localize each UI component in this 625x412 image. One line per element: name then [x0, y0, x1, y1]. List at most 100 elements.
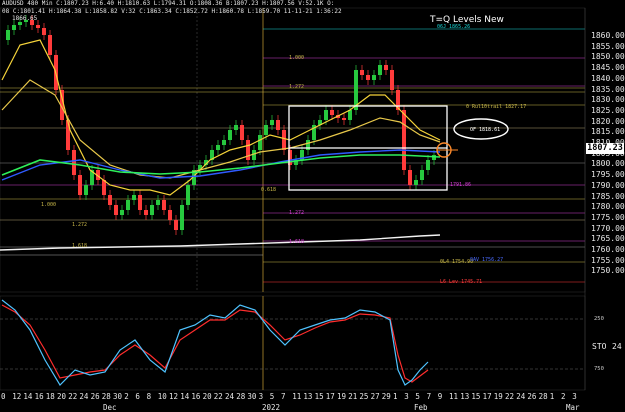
candle-bull: [6, 30, 10, 40]
time-tick-label: 3: [572, 392, 577, 401]
candle-bull: [186, 185, 190, 205]
candle-bear: [276, 120, 280, 130]
level-tag-bl1: 0L4 1754.90: [440, 259, 474, 265]
osc-level-high-label: 250: [594, 316, 604, 322]
time-tick-label: 14: [180, 392, 190, 401]
level-tag-low1: 1.272: [289, 210, 305, 216]
header-line-3: 1866.65: [12, 15, 38, 22]
time-tick-label: 9: [437, 392, 443, 401]
time-tick-label: 26: [527, 392, 537, 401]
time-tick-label: 27: [370, 392, 380, 401]
candle-bear: [138, 195, 142, 210]
time-tick-label: 19: [493, 392, 503, 401]
price-tick-label: 1770.00: [591, 223, 625, 233]
main-panel: [0, 7, 586, 293]
candle-bear: [390, 70, 394, 90]
candle-bull: [378, 65, 382, 75]
level-tag-left2: 1.000: [41, 202, 57, 208]
month-label: Mar: [566, 403, 580, 412]
price-tick-label: 1800.00: [591, 159, 625, 169]
price-tick-label: 1775.00: [591, 212, 625, 222]
time-tick-label: 28: [236, 392, 246, 401]
time-tick-label: 19: [337, 392, 347, 401]
time-tick-label: 29: [381, 392, 391, 401]
price-tick-label: 1825.00: [591, 105, 625, 115]
price-tick-label: 1780.00: [591, 202, 625, 212]
candle-bull: [270, 120, 274, 125]
month-label: Feb: [414, 403, 428, 412]
price-tick-label: 1755.00: [591, 255, 625, 265]
month-label: 2022: [262, 403, 281, 412]
time-tick-label: 24: [516, 392, 526, 401]
candle-bull: [234, 125, 238, 130]
time-tick-label: 12: [169, 392, 179, 401]
level-tag-of: OF 1818.61: [470, 127, 501, 133]
time-tick-label: 30: [247, 392, 257, 401]
level-tag-mid: 0 Rul10trail 1827.17: [466, 104, 527, 110]
price-tick-label: 1820.00: [591, 116, 625, 126]
oscillator-period: 24: [612, 342, 622, 351]
candle-bull: [264, 125, 268, 135]
header-line-1: AUDUSD 480 Min C:1807.23 H:6.40 H:1810.6…: [2, 0, 335, 7]
current-price-badge: 1807.23: [586, 143, 624, 154]
candle-bear: [144, 210, 148, 215]
price-tick-label: 1750.00: [591, 266, 625, 276]
price-tick-label: 1815.00: [591, 127, 625, 137]
candle-bear: [342, 118, 346, 120]
time-tick-label: 16: [191, 392, 201, 401]
time-tick-label: 1: [393, 392, 398, 401]
time-tick-label: 7: [426, 392, 432, 401]
time-tick-label: 0: [1, 392, 6, 401]
time-tick-label: 1: [549, 392, 555, 401]
candle-bull: [228, 130, 232, 140]
level-tag-box-low: 1791.86: [450, 182, 472, 188]
level-tag-bl3: L6 Lev 1745.71: [440, 279, 483, 285]
time-tick-label: 14: [23, 392, 33, 401]
time-tick-label: 17: [482, 392, 492, 401]
time-tick-label: 15: [471, 392, 481, 401]
candle-bull: [420, 170, 424, 180]
price-tick-label: 1845.00: [591, 63, 625, 73]
candle-bull: [84, 185, 88, 195]
candle-bull: [150, 205, 154, 215]
candle-bear: [162, 200, 166, 210]
time-tick-label: 16: [34, 392, 44, 401]
candle-bear: [240, 125, 244, 140]
candle-bear: [48, 35, 52, 55]
price-tick-label: 1840.00: [591, 73, 625, 83]
time-tick-label: 7: [281, 392, 286, 401]
time-tick-label: 22: [213, 392, 223, 401]
time-tick-label: 5: [415, 392, 420, 401]
candle-bear: [114, 205, 118, 215]
candle-bear: [36, 25, 40, 28]
candle-bear: [78, 175, 82, 195]
candle-bear: [402, 110, 406, 170]
candle-bear: [330, 110, 334, 115]
oscillator-panel: [0, 295, 586, 391]
level-tag-left3: 1.272: [72, 222, 88, 228]
price-tick-label: 1860.00: [591, 31, 625, 40]
price-tick-label: 1790.00: [591, 180, 625, 190]
time-tick-label: 3: [404, 392, 409, 401]
header-line-2: 08 C:1801.41 H:1864.38 L:1858.82 V:32 C:…: [2, 8, 342, 15]
level-tag-q2: 1.272: [289, 84, 305, 90]
candle-bear: [72, 150, 76, 175]
time-tick-label: 18: [45, 392, 55, 401]
price-tick-label: 1855.00: [591, 41, 625, 51]
level-tag-top: 06J 1865.26: [437, 24, 471, 30]
candle-bull: [120, 210, 124, 215]
candle-bear: [360, 70, 364, 75]
candle-bull: [156, 200, 160, 205]
osc-level-low-label: 750: [594, 366, 604, 372]
candle-bear: [366, 75, 370, 80]
time-tick-label: 6: [135, 392, 140, 401]
level-tag-bl2: 0AV 1756.27: [470, 257, 504, 263]
price-chart[interactable]: [0, 0, 625, 412]
price-tick-label: 1795.00: [591, 170, 625, 180]
price-tick-label: 1760.00: [591, 245, 625, 254]
price-tick-label: 1830.00: [591, 95, 625, 105]
level-tag-left1: 0.618: [261, 187, 277, 193]
time-tick-label: 13: [303, 392, 313, 401]
candle-bull: [132, 195, 136, 200]
time-tick-label: 5: [269, 392, 275, 401]
